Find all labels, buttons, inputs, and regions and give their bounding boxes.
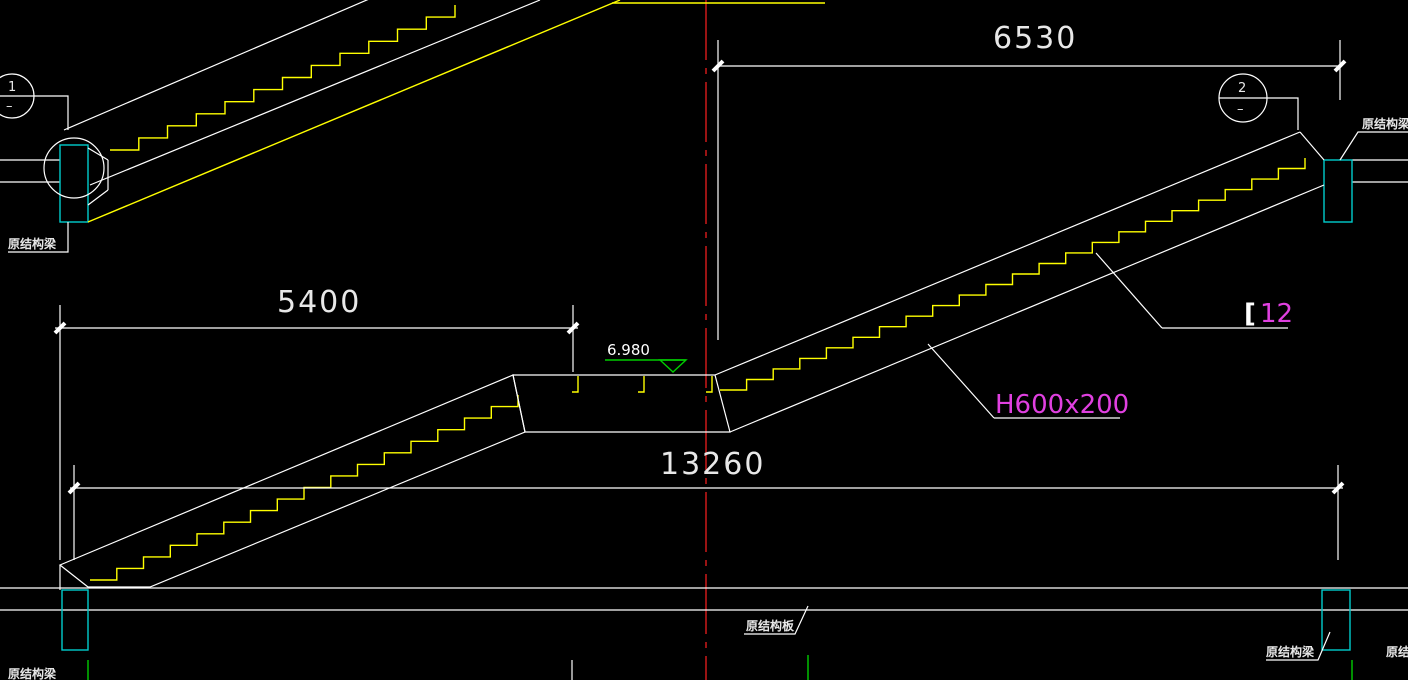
section-marker-2-number: 2	[1238, 81, 1246, 96]
elevation-mark: 6.980	[605, 341, 688, 373]
channel-symbol: [	[1244, 299, 1256, 329]
dimension-top-right: 6530	[711, 21, 1347, 340]
label-orig-beam-bottom-right: 原结构梁	[1266, 631, 1331, 661]
main-stair-upper-flight	[714, 131, 1325, 433]
dimension-13260-text: 13260	[660, 447, 765, 482]
section-marker-1-number: 1	[8, 80, 16, 95]
label-orig-beam-far-right: 原结	[1386, 644, 1408, 659]
section-marker-1: 1 –	[0, 73, 69, 130]
section-marker-1-sub: –	[6, 99, 13, 114]
orig-slab-text: 原结构板	[746, 618, 795, 633]
orig-beam-text: 原结构梁	[8, 236, 56, 251]
landing-tread-mark	[638, 376, 645, 393]
column-top-right	[1323, 159, 1353, 223]
dimension-6530-text: 6530	[993, 21, 1077, 56]
orig-beam-text: 原结	[1386, 644, 1408, 659]
label-orig-beam-top-right: 原结构梁	[1339, 116, 1408, 161]
stair-section-drawing: 1 – 2 – 6.980 6530 5400 13260 [12 H600x…	[0, 0, 1408, 680]
main-stair-landing	[512, 374, 731, 433]
elevation-value: 6.980	[607, 341, 650, 359]
label-orig-beam-bottom-left: 原结构梁	[8, 666, 56, 680]
leader-h-beam: H600x200	[927, 343, 1129, 420]
detail-callout-circle	[43, 137, 105, 199]
landing-tread-mark	[572, 376, 579, 393]
h-beam-size-text: H600x200	[995, 390, 1129, 420]
section-marker-2-sub: –	[1237, 102, 1244, 117]
column-top-left	[59, 144, 89, 223]
channel-size-text: 12	[1260, 299, 1293, 329]
orig-beam-text: 原结构梁	[8, 666, 56, 680]
main-stair-lower-flight	[58, 374, 526, 590]
orig-beam-text: 原结构梁	[1266, 644, 1314, 659]
section-marker-2: 2 –	[1218, 73, 1299, 130]
leader-channel-12: [ 12	[1095, 252, 1293, 329]
column-bottom-left	[61, 589, 89, 651]
dimension-5400-text: 5400	[277, 285, 361, 320]
cad-drawing-canvas[interactable]: 1 – 2 – 6.980 6530 5400 13260 [12 H600x…	[0, 0, 1408, 680]
landing-tread-mark	[706, 376, 713, 393]
upper-stair-flight	[63, 0, 825, 223]
orig-beam-text: 原结构梁	[1362, 116, 1408, 131]
label-orig-beam-top-left: 原结构梁	[8, 222, 69, 253]
